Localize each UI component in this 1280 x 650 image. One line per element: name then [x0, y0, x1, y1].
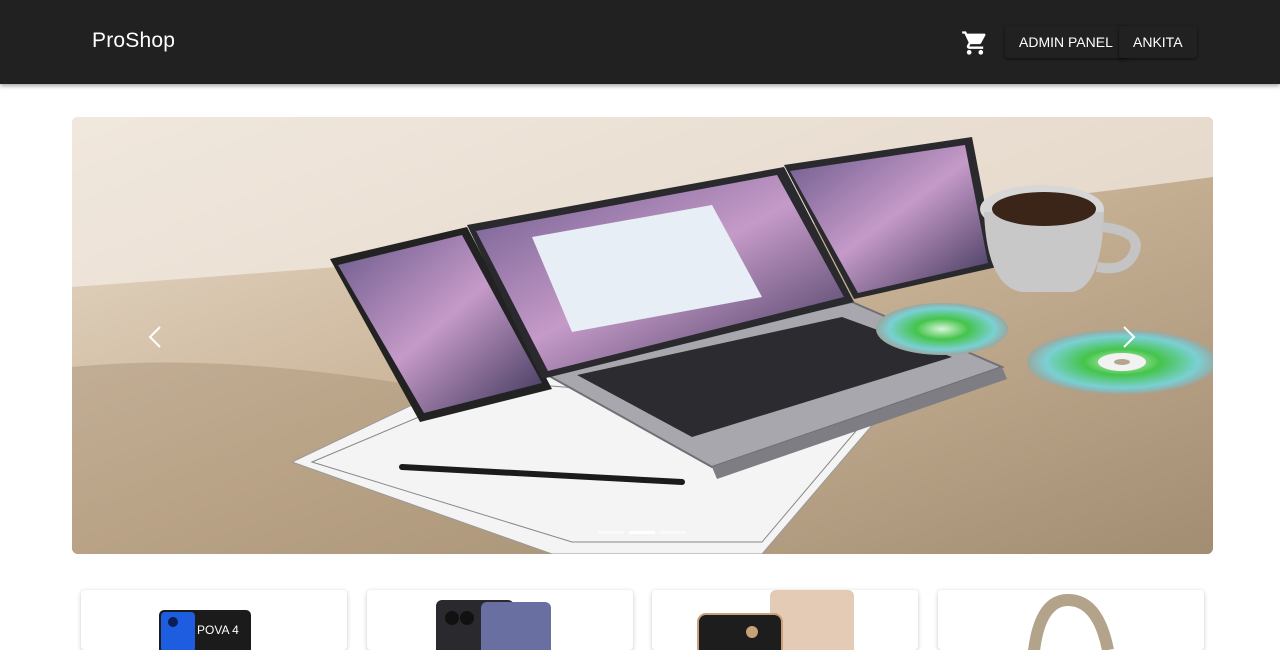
product-card[interactable] — [367, 590, 633, 650]
carousel-indicator-3[interactable] — [660, 531, 686, 534]
carousel-indicators — [598, 529, 688, 537]
brand-logo[interactable]: ProShop — [92, 29, 175, 53]
shopping-cart-icon[interactable] — [961, 29, 989, 57]
app-bar: ProShop ADMIN PANEL ANKITA — [0, 0, 1280, 84]
admin-panel-button[interactable]: ADMIN PANEL — [1005, 26, 1127, 58]
hero-carousel[interactable] — [72, 117, 1213, 554]
product-image — [697, 590, 854, 650]
product-image — [436, 600, 551, 650]
product-image-text: POVA 4 — [197, 623, 239, 637]
carousel-indicator-2[interactable] — [629, 531, 655, 534]
product-card[interactable] — [938, 590, 1204, 650]
carousel-slide-image — [72, 117, 1213, 554]
product-image: POVA 4 — [159, 610, 251, 650]
carousel-indicator-1[interactable] — [598, 531, 624, 534]
product-card[interactable]: POVA 4 — [81, 590, 347, 650]
chevron-right-icon[interactable] — [1114, 323, 1142, 351]
chevron-left-icon[interactable] — [142, 323, 170, 351]
product-image — [1028, 593, 1114, 650]
product-card[interactable] — [652, 590, 918, 650]
user-menu-button[interactable]: ANKITA — [1119, 26, 1197, 58]
